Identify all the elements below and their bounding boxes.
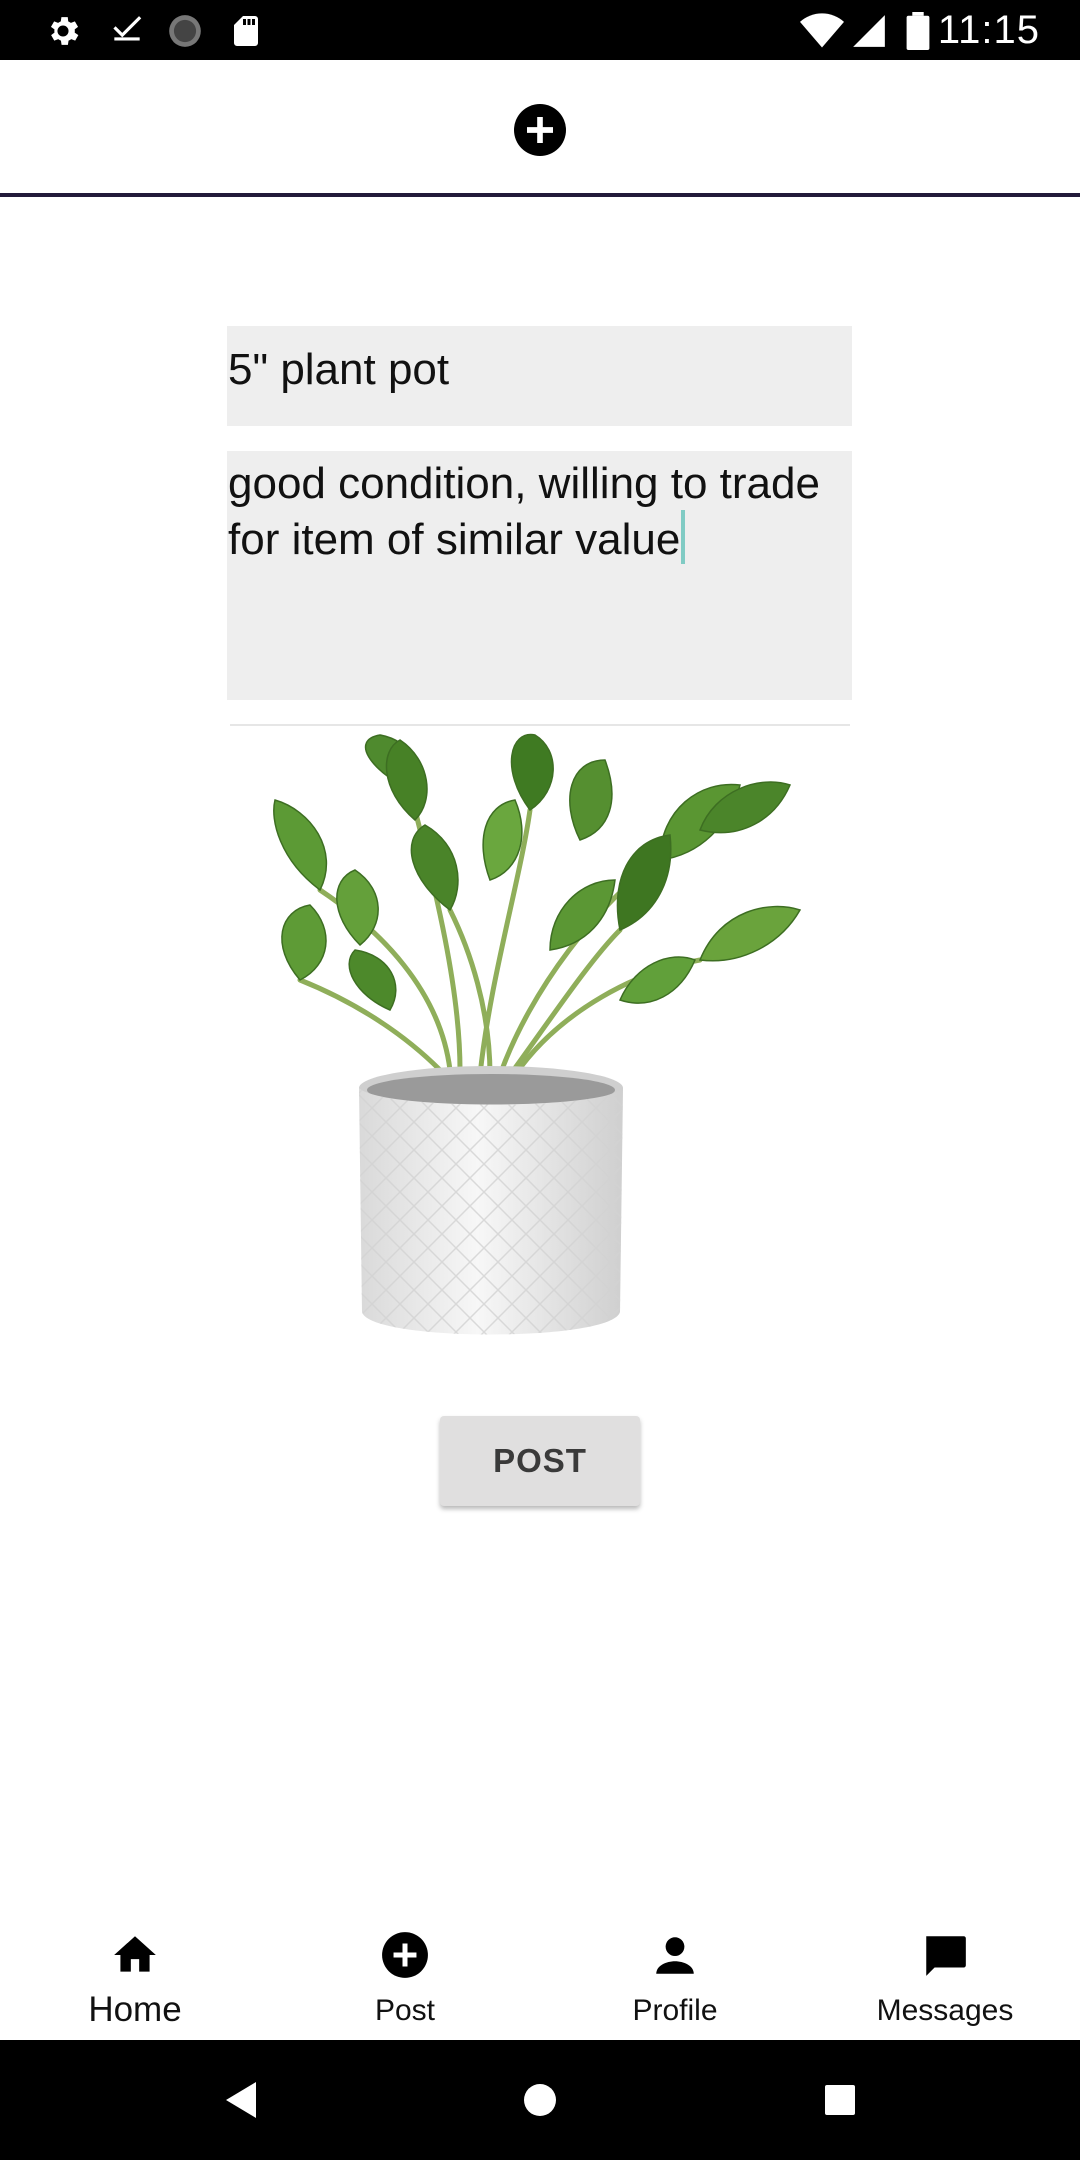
status-bar: 11:15 — [0, 0, 1080, 60]
home-icon — [114, 1936, 156, 1972]
post-button[interactable]: POST — [440, 1416, 640, 1506]
download-done-icon — [113, 16, 142, 41]
nav-label-home: Home — [88, 1990, 182, 2029]
nav-label-post: Post — [374, 1994, 436, 2027]
nav-item-post[interactable]: Post — [270, 1906, 540, 2040]
nav-item-home[interactable]: Home — [0, 1906, 270, 2040]
nav-item-messages[interactable]: Messages — [810, 1906, 1080, 2040]
divider — [230, 724, 850, 726]
add-circle-icon[interactable] — [514, 104, 566, 156]
item-photo — [273, 733, 802, 1335]
home-circle-icon[interactable] — [480, 2040, 600, 2160]
sync-icon — [169, 15, 201, 47]
nav-label-messages: Messages — [876, 1994, 1014, 2027]
title-input-value: 5" plant pot — [228, 345, 450, 394]
battery-icon — [906, 12, 930, 50]
back-icon[interactable] — [180, 2040, 300, 2160]
status-time: 11:15 — [937, 8, 1040, 52]
nav-label-profile: Profile — [632, 1994, 718, 2027]
signal-icon — [853, 15, 885, 47]
description-input-value: good condition, willing to trade for ite… — [228, 459, 820, 564]
recents-icon[interactable] — [780, 2040, 900, 2160]
chat-bubble-icon — [926, 1936, 966, 1976]
screen: 11:15 5" plant pot good condition, willi… — [0, 0, 1080, 2160]
title-input[interactable]: 5" plant pot — [227, 326, 852, 426]
system-navigation-bar — [0, 2040, 1080, 2160]
sd-card-icon — [234, 16, 258, 46]
bottom-navigation: Home Post Profile Messages — [0, 1906, 1080, 2040]
nav-item-profile[interactable]: Profile — [540, 1906, 810, 2040]
text-cursor — [681, 510, 686, 564]
add-circle-icon — [382, 1932, 428, 1978]
person-icon — [656, 1937, 694, 1974]
top-app-bar — [0, 60, 1080, 197]
settings-icon — [50, 17, 79, 45]
wifi-icon — [800, 13, 844, 48]
description-input[interactable]: good condition, willing to trade for ite… — [227, 451, 852, 700]
